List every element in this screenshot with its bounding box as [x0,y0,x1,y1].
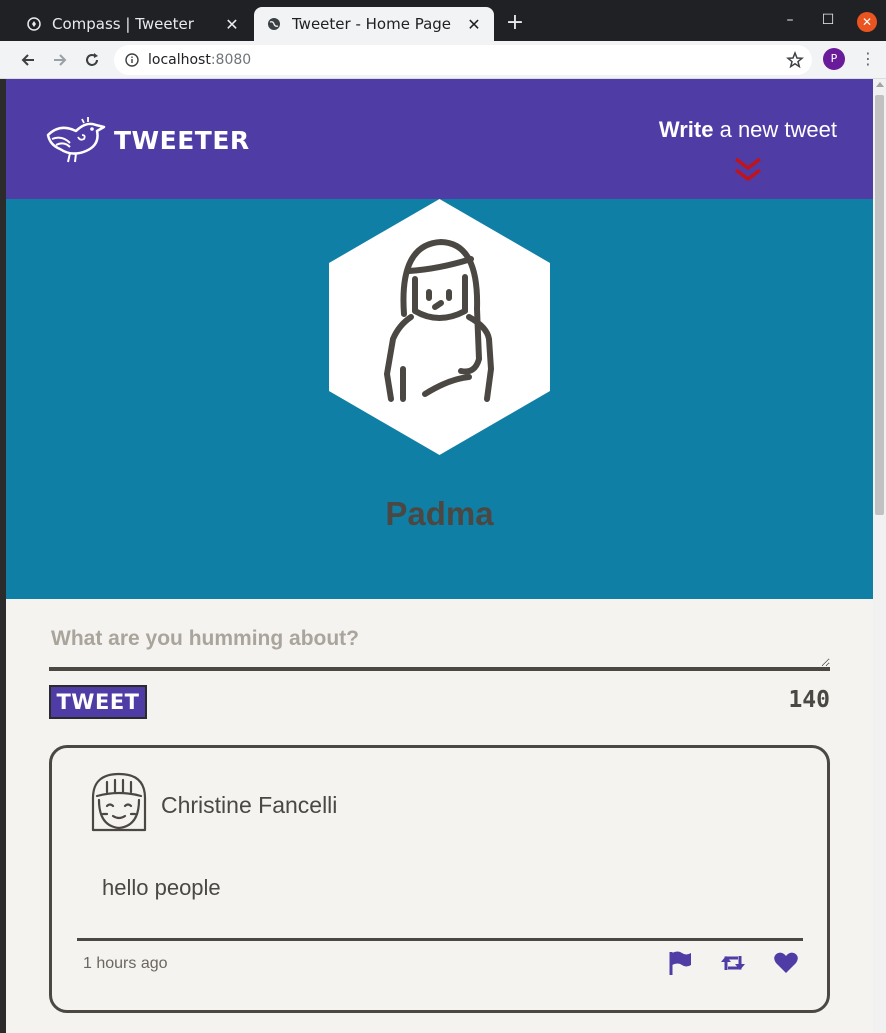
tweet-author-avatar [91,772,147,832]
double-chevron-down-icon[interactable] [734,157,762,183]
heart-icon[interactable] [773,950,799,976]
window-close-icon[interactable]: ✕ [857,12,877,32]
url-text: localhost:8080 [148,52,252,68]
reload-icon[interactable] [80,48,104,72]
site-info-icon[interactable] [124,52,140,68]
address-bar[interactable]: localhost:8080 [114,45,812,75]
page-viewport: TWEETER Write a new tweet Padma What are… [6,79,873,1033]
close-tab-icon[interactable]: ✕ [224,15,240,34]
scroll-up-icon[interactable] [876,82,884,87]
compose-bold-label: Write [658,117,714,142]
tab-label: Compass | Tweeter [52,15,194,33]
bookmark-star-icon[interactable] [786,50,804,69]
browser-menu-icon[interactable]: ⋮ [860,49,876,69]
compose-rest-label: a new tweet [713,117,837,142]
profile-name: Padma [385,495,494,532]
tweet-composer: TWEET 140 [49,619,830,719]
brand[interactable]: TWEETER [42,115,250,165]
maximize-icon[interactable]: ☐ [818,12,838,28]
profile-avatar-hexagon [329,199,550,455]
tab-label: Tweeter - Home Page [292,15,452,33]
page-scrollbar[interactable] [873,79,886,1033]
tweet-text: hello people [102,875,221,900]
tweet-actions [640,950,799,976]
close-tab-icon[interactable]: ✕ [466,15,482,34]
profile-avatar[interactable]: P [823,48,845,70]
scrollbar-thumb[interactable] [875,95,884,515]
tweet-author-name: Christine Fancelli [161,792,338,818]
tweet-input[interactable] [49,619,830,671]
back-icon[interactable] [16,48,40,72]
character-counter: 140 [788,687,830,713]
bird-logo-icon [46,117,106,163]
top-nav: TWEETER Write a new tweet [6,79,873,199]
tweet-button[interactable]: TWEET [49,685,147,719]
tab-tweeter-home[interactable]: Tweeter - Home Page ✕ [254,7,494,41]
compass-favicon-icon [26,16,42,32]
write-new-tweet-link[interactable]: Write a new tweet [659,117,837,143]
globe-icon [266,16,282,32]
browser-toolbar: localhost:8080 P ⋮ [0,41,886,79]
tweet-divider [77,938,803,941]
tab-compass[interactable]: Compass | Tweeter ✕ [14,7,252,41]
minimize-icon[interactable]: – [780,12,800,28]
brand-name: TWEETER [114,125,250,155]
tweet-card: Christine Fancelli hello people 1 hours … [49,745,830,1013]
tweet-timestamp: 1 hours ago [83,955,168,972]
retweet-icon[interactable] [720,950,746,976]
browser-tab-bar: Compass | Tweeter ✕ Tweeter - Home Page … [0,0,886,41]
new-tab-icon[interactable]: + [505,10,525,35]
flag-icon[interactable] [667,950,693,976]
profile-header: Padma [6,199,873,599]
forward-icon[interactable] [48,48,72,72]
